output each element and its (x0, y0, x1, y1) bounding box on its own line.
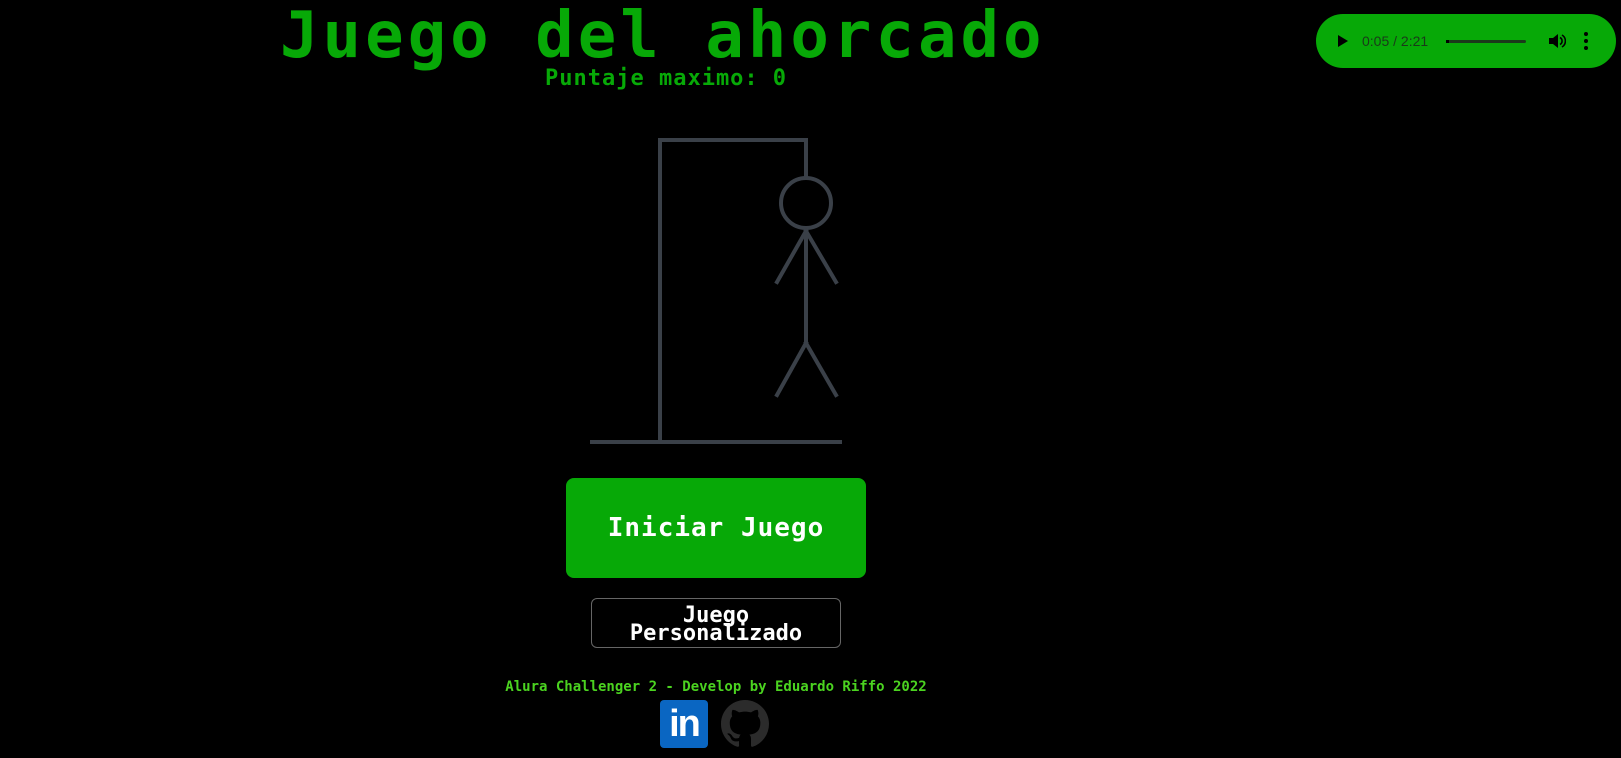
audio-seek-bar[interactable] (1446, 39, 1527, 43)
high-score-label: Puntaje maximo: (545, 66, 759, 91)
hangman-left-arm (774, 228, 809, 285)
github-icon[interactable] (721, 700, 769, 748)
custom-game-button[interactable]: Juego Personalizado (591, 598, 841, 648)
high-score: Puntaje maximo: 0 (545, 66, 787, 91)
footer-credit: Alura Challenger 2 - Develop by Eduardo … (505, 679, 927, 695)
audio-seek-fill (1446, 39, 1449, 43)
page-title: Juego del ahorcado (280, 0, 1046, 73)
play-icon[interactable] (1338, 35, 1348, 47)
social-links: in (660, 700, 769, 748)
hangman-left-leg (774, 340, 809, 398)
custom-game-label-line2: Personalizado (629, 621, 803, 646)
start-game-button[interactable]: Iniciar Juego (566, 478, 866, 578)
more-options-icon[interactable] (1584, 32, 1589, 50)
hangman-drawing (590, 138, 842, 444)
high-score-value: 0 (772, 66, 787, 91)
hangman-right-leg (803, 340, 839, 398)
hangman-right-arm (803, 228, 839, 285)
audio-player[interactable]: 0:05 / 2:21 (1316, 14, 1616, 68)
volume-icon[interactable] (1548, 33, 1567, 49)
audio-time: 0:05 / 2:21 (1362, 33, 1429, 49)
hangman-head (779, 176, 833, 230)
linkedin-icon[interactable]: in (660, 700, 708, 748)
